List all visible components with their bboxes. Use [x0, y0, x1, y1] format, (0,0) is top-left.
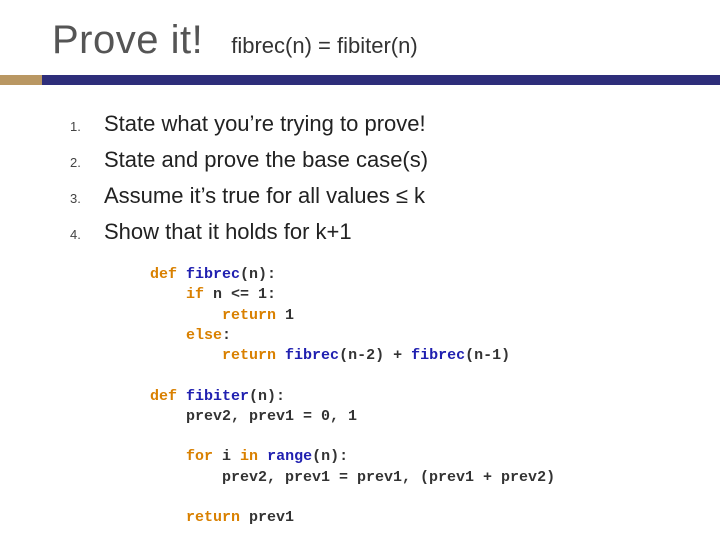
code-line — [150, 488, 720, 508]
list-item: 4. Show that it holds for k+1 — [70, 219, 680, 245]
code-line: return prev1 — [150, 508, 720, 528]
list-item: 2. State and prove the base case(s) — [70, 147, 680, 173]
slide: Prove it! fibrec(n) = fibiter(n) 1. Stat… — [0, 0, 720, 540]
step-text: Assume it’s true for all values ≤ k — [104, 183, 425, 209]
code-line — [150, 427, 720, 447]
divider-bar — [0, 75, 720, 85]
title-row: Prove it! fibrec(n) = fibiter(n) — [0, 18, 720, 73]
code-line: for i in range(n): — [150, 447, 720, 467]
list-item: 3. Assume it’s true for all values ≤ k — [70, 183, 680, 209]
code-line: prev2, prev1 = 0, 1 — [150, 407, 720, 427]
step-number: 3. — [70, 191, 104, 206]
code-line: if n <= 1: — [150, 285, 720, 305]
code-line — [150, 366, 720, 386]
code-line: def fibiter(n): — [150, 387, 720, 407]
list-item: 1. State what you’re trying to prove! — [70, 111, 680, 137]
step-number: 4. — [70, 227, 104, 242]
code-line: return fibrec(n-2) + fibrec(n-1) — [150, 346, 720, 366]
code-line: def fibrec(n): — [150, 265, 720, 285]
step-text: Show that it holds for k+1 — [104, 219, 352, 245]
step-text: State and prove the base case(s) — [104, 147, 428, 173]
page-subtitle: fibrec(n) = fibiter(n) — [231, 33, 417, 59]
step-number: 1. — [70, 119, 104, 134]
code-line: prev2, prev1 = prev1, (prev1 + prev2) — [150, 468, 720, 488]
step-text: State what you’re trying to prove! — [104, 111, 426, 137]
code-block: def fibrec(n): if n <= 1: return 1 else:… — [0, 255, 720, 528]
code-line: else: — [150, 326, 720, 346]
step-number: 2. — [70, 155, 104, 170]
steps-list: 1. State what you’re trying to prove! 2.… — [0, 85, 720, 245]
page-title: Prove it! — [52, 18, 203, 63]
code-line: return 1 — [150, 306, 720, 326]
